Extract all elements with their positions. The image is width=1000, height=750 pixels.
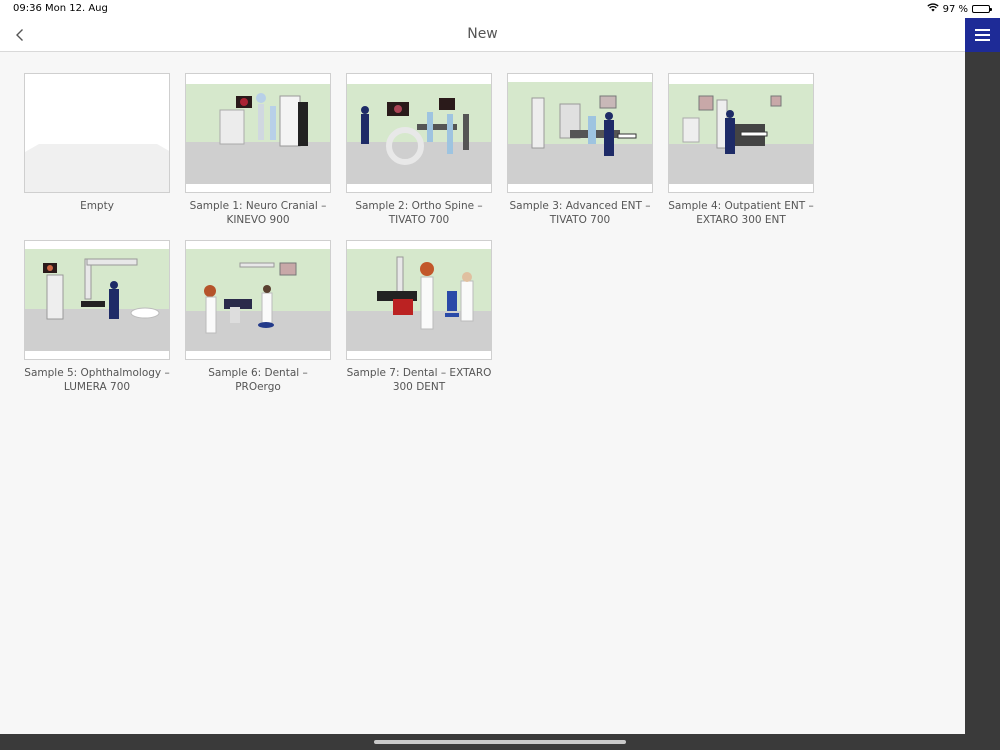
template-thumbnail: [24, 240, 170, 360]
status-right: 97 %: [926, 3, 992, 15]
hamburger-icon: [975, 29, 990, 31]
menu-button[interactable]: [965, 18, 1000, 52]
template-tile-sample-5[interactable]: Sample 5: Ophthalmology – LUMERA 700: [24, 240, 170, 394]
template-thumbnail: [507, 73, 653, 193]
template-thumbnail: [346, 73, 492, 193]
template-tile-sample-3[interactable]: Sample 3: Advanced ENT – TIVATO 700: [507, 73, 653, 227]
navigation-bar: New: [0, 18, 965, 52]
battery-icon: [972, 5, 992, 13]
template-caption: Sample 6: Dental – PROergo: [208, 367, 308, 393]
wifi-icon: [926, 3, 939, 15]
battery-percent: 97 %: [942, 3, 968, 15]
template-caption: Sample 7: Dental – EXTARO 300 DENT: [346, 367, 492, 393]
template-caption: Sample 5: Ophthalmology – LUMERA 700: [24, 367, 170, 393]
template-thumbnail: [668, 73, 814, 193]
page-title: New: [467, 26, 498, 42]
home-indicator[interactable]: [374, 740, 626, 744]
template-caption: Sample 3: Advanced ENT – TIVATO 700: [509, 200, 651, 226]
template-thumbnail: [24, 73, 170, 193]
template-tile-sample-6[interactable]: Sample 6: Dental – PROergo: [185, 240, 331, 394]
side-panel: [965, 18, 1000, 734]
template-tile-sample-7[interactable]: Sample 7: Dental – EXTARO 300 DENT: [346, 240, 492, 394]
template-thumbnail: [346, 240, 492, 360]
status-date: Mon 12. Aug: [45, 3, 108, 14]
template-caption: Sample 1: Neuro Cranial – KINEVO 900: [189, 200, 327, 226]
status-bar: 09:36 Mon 12. Aug 97 %: [0, 0, 1000, 18]
template-caption: Sample 2: Ortho Spine – TIVATO 700: [355, 200, 483, 226]
template-tile-sample-4[interactable]: Sample 4: Outpatient ENT – EXTARO 300 ENT: [668, 73, 814, 227]
template-caption: Empty: [80, 200, 114, 212]
app-content: New Empty Sample 1: Neuro Cranial – KINE…: [0, 18, 965, 734]
status-time: 09:36: [13, 3, 42, 14]
template-caption: Sample 4: Outpatient ENT – EXTARO 300 ENT: [668, 200, 814, 226]
template-thumbnail: [185, 240, 331, 360]
template-tile-empty[interactable]: Empty: [24, 73, 170, 213]
template-tile-sample-1[interactable]: Sample 1: Neuro Cranial – KINEVO 900: [185, 73, 331, 227]
template-thumbnail: [185, 73, 331, 193]
template-tile-sample-2[interactable]: Sample 2: Ortho Spine – TIVATO 700: [346, 73, 492, 227]
